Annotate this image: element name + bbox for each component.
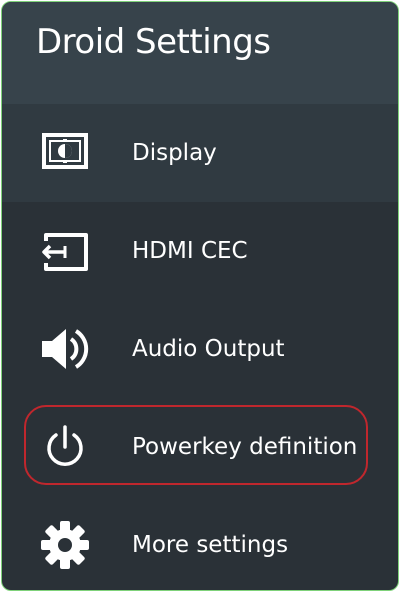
menu-item-label: Display bbox=[132, 140, 217, 166]
menu-item-audio-output[interactable]: Audio Output bbox=[2, 300, 398, 398]
hdmi-input-icon bbox=[36, 225, 94, 277]
display-icon bbox=[36, 127, 94, 179]
header: Droid Settings bbox=[2, 2, 398, 104]
droid-settings-panel: Droid Settings Display HDMI CEC Audio Ou… bbox=[1, 1, 399, 591]
menu-item-label: More settings bbox=[132, 532, 289, 558]
menu-item-label: HDMI CEC bbox=[132, 238, 248, 264]
speaker-icon bbox=[36, 323, 94, 375]
page-title: Droid Settings bbox=[36, 22, 271, 62]
gear-icon bbox=[36, 519, 94, 571]
menu-item-more-settings[interactable]: More settings bbox=[2, 496, 398, 590]
menu-item-label: Audio Output bbox=[132, 336, 285, 362]
highlight-outline bbox=[24, 405, 368, 485]
menu-item-display[interactable]: Display bbox=[2, 104, 398, 202]
menu-item-hdmi-cec[interactable]: HDMI CEC bbox=[2, 202, 398, 300]
